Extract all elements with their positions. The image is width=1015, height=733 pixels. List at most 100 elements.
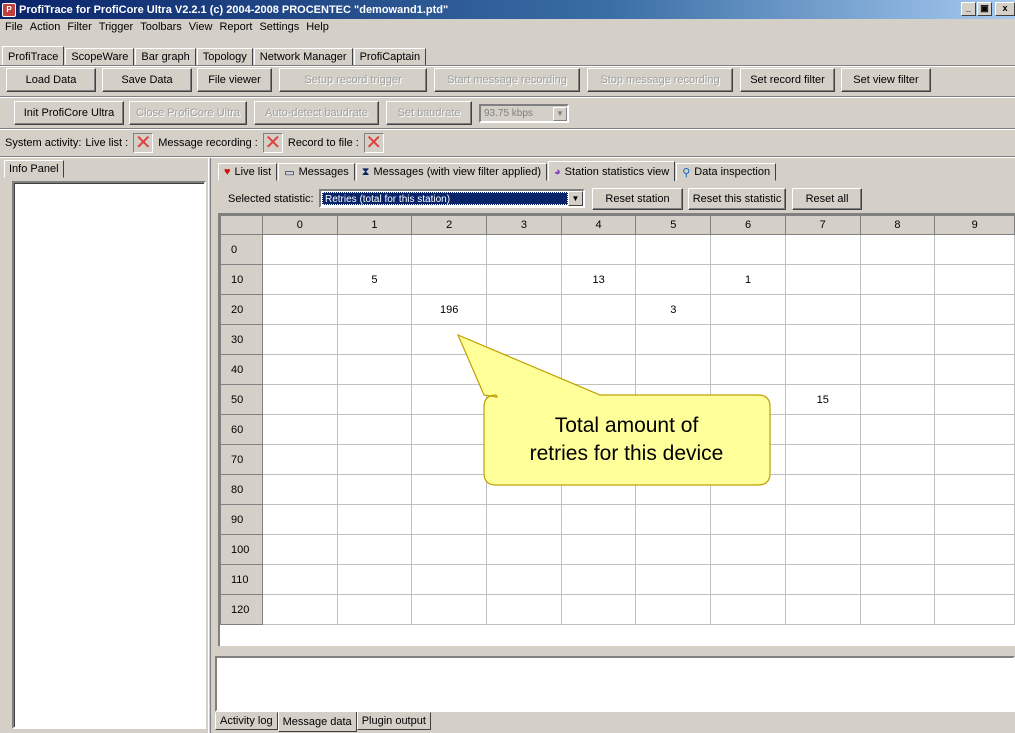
grid-cell[interactable] <box>934 474 1015 505</box>
grid-cell[interactable] <box>784 504 861 535</box>
row-header[interactable]: 80 <box>220 474 263 505</box>
grid-cell[interactable] <box>859 594 936 625</box>
grid-cell[interactable] <box>336 564 413 595</box>
grid-cell[interactable] <box>710 534 786 565</box>
grid-cell[interactable] <box>784 354 861 385</box>
grid-cell[interactable] <box>784 564 861 595</box>
grid-cell[interactable] <box>710 234 786 265</box>
grid-cell[interactable] <box>859 324 936 355</box>
grid-cell[interactable] <box>934 294 1015 325</box>
grid-cell[interactable] <box>336 324 413 355</box>
grid-cell[interactable] <box>635 534 712 565</box>
grid-cell[interactable]: 5 <box>336 264 413 295</box>
grid-cell[interactable] <box>261 234 338 265</box>
column-header[interactable]: 7 <box>784 215 861 235</box>
row-header[interactable]: 10 <box>220 264 263 295</box>
grid-cell[interactable] <box>336 294 413 325</box>
grid-cell[interactable] <box>560 594 637 625</box>
grid-cell[interactable] <box>336 444 413 475</box>
grid-cell[interactable] <box>934 504 1015 535</box>
menu-report[interactable]: Report <box>216 21 256 33</box>
setup-record-trigger-button[interactable]: Setup record trigger <box>279 68 427 92</box>
grid-cell[interactable] <box>859 294 936 325</box>
minimize-button[interactable]: _ <box>961 2 976 16</box>
menu-action[interactable]: Action <box>27 21 65 33</box>
grid-cell[interactable] <box>486 504 562 535</box>
tab-scopeware[interactable]: ScopeWare <box>65 48 135 66</box>
grid-cell[interactable] <box>784 414 861 445</box>
baudrate-select[interactable]: 93.75 kbps ▼ <box>479 104 569 123</box>
grid-cell[interactable] <box>635 564 712 595</box>
chevron-down-icon[interactable]: ▼ <box>553 106 567 121</box>
stop-message-recording-button[interactable]: Stop message recording <box>587 68 733 92</box>
column-header[interactable]: 6 <box>710 215 786 235</box>
tab-plugin-output[interactable]: Plugin output <box>356 712 431 730</box>
grid-cell[interactable] <box>710 594 786 625</box>
grid-cell[interactable] <box>411 534 488 565</box>
grid-cell[interactable] <box>261 444 338 475</box>
set-view-filter-button[interactable]: Set view filter <box>841 68 931 92</box>
grid-cell[interactable] <box>486 294 562 325</box>
grid-cell[interactable] <box>411 594 488 625</box>
menu-settings[interactable]: Settings <box>256 21 303 33</box>
tab-network-manager[interactable]: Network Manager <box>253 48 353 66</box>
statistic-select[interactable]: Retries (total for this station) ▼ <box>319 189 585 208</box>
grid-cell[interactable] <box>934 354 1015 385</box>
column-header[interactable]: 2 <box>411 215 488 235</box>
auto-detect-baudrate-button[interactable]: Auto-detect baudrate <box>254 101 379 125</box>
grid-cell[interactable] <box>336 504 413 535</box>
grid-cell[interactable] <box>859 474 936 505</box>
grid-cell[interactable] <box>560 504 637 535</box>
grid-cell[interactable] <box>486 594 562 625</box>
load-data-button[interactable]: Load Data <box>6 68 96 92</box>
reset-this-statistic-button[interactable]: Reset this statistic <box>688 188 786 210</box>
grid-cell[interactable] <box>261 594 338 625</box>
column-header[interactable]: 3 <box>486 215 562 235</box>
grid-cell[interactable] <box>411 264 488 295</box>
column-header[interactable]: 5 <box>635 215 712 235</box>
grid-cell[interactable]: 1 <box>710 264 786 295</box>
grid-cell[interactable] <box>486 234 562 265</box>
row-header[interactable]: 50 <box>220 384 263 415</box>
grid-cell[interactable] <box>336 594 413 625</box>
grid-cell[interactable] <box>859 264 936 295</box>
tab-message-data[interactable]: Message data <box>277 712 357 732</box>
tab-activity-log[interactable]: Activity log <box>215 712 278 730</box>
grid-cell[interactable] <box>859 534 936 565</box>
row-header[interactable]: 70 <box>220 444 263 475</box>
grid-cell[interactable] <box>859 414 936 445</box>
info-panel-tab[interactable]: Info Panel <box>4 160 64 178</box>
grid-cell[interactable] <box>261 294 338 325</box>
menu-view[interactable]: View <box>186 21 217 33</box>
grid-cell[interactable] <box>934 414 1015 445</box>
grid-cell[interactable] <box>261 504 338 535</box>
tab-station-statistics[interactable]: ◕ Station statistics view <box>548 161 676 181</box>
menu-filter[interactable]: Filter <box>64 21 95 33</box>
grid-cell[interactable] <box>859 504 936 535</box>
grid-cell[interactable]: 196 <box>411 294 488 325</box>
grid-cell[interactable]: 15 <box>784 384 861 415</box>
set-baudrate-button[interactable]: Set baudrate <box>386 101 472 125</box>
grid-cell[interactable] <box>859 444 936 475</box>
tab-proficaptain[interactable]: ProfiCaptain <box>353 48 427 66</box>
grid-cell[interactable] <box>859 234 936 265</box>
grid-cell[interactable] <box>560 534 637 565</box>
grid-cell[interactable] <box>934 264 1015 295</box>
row-header[interactable]: 120 <box>220 594 263 625</box>
grid-cell[interactable] <box>411 564 488 595</box>
grid-cell[interactable] <box>635 594 712 625</box>
init-proficore-button[interactable]: Init ProfiCore Ultra <box>14 101 124 125</box>
column-header[interactable]: 8 <box>859 215 936 235</box>
panel-splitter[interactable] <box>208 158 211 733</box>
grid-cell[interactable]: 13 <box>560 264 637 295</box>
menu-file[interactable]: File <box>2 21 27 33</box>
tab-topology[interactable]: Topology <box>196 48 253 66</box>
row-header[interactable]: 40 <box>220 354 263 385</box>
grid-cell[interactable] <box>784 234 861 265</box>
tab-messages-filtered[interactable]: ⧗ Messages (with view filter applied) <box>355 163 548 181</box>
grid-cell[interactable] <box>784 594 861 625</box>
tab-messages[interactable]: ▭ Messages <box>278 163 355 181</box>
grid-cell[interactable] <box>336 384 413 415</box>
menu-trigger[interactable]: Trigger <box>96 21 137 33</box>
grid-cell[interactable]: 3 <box>635 294 712 325</box>
